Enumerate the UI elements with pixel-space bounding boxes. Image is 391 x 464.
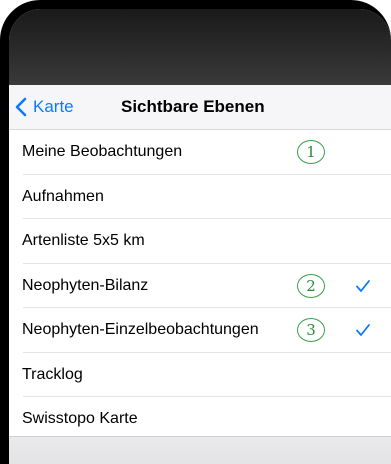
layer-label: Neophyten-Bilanz xyxy=(22,276,149,294)
layer-row[interactable]: Meine Beobachtungen 1 xyxy=(9,130,391,175)
layer-label: Artenliste 5x5 km xyxy=(22,232,145,250)
back-button-label: Karte xyxy=(33,97,74,116)
navigation-bar: Karte Sichtbare Ebenen xyxy=(9,85,391,130)
layer-row[interactable]: Tracklog xyxy=(9,352,391,397)
layer-label: Tracklog xyxy=(22,365,83,383)
annotation-number-badge: 3 xyxy=(297,318,325,343)
bottom-bar xyxy=(9,437,391,464)
status-bar-area xyxy=(9,9,391,85)
page-title: Sichtbare Ebenen xyxy=(121,97,265,116)
chevron-left-icon xyxy=(9,85,33,129)
back-button[interactable]: Karte xyxy=(9,85,74,129)
layer-row[interactable]: Neophyten-Bilanz 2 xyxy=(9,263,391,308)
layer-label: Neophyten-Einzelbeobachtungen xyxy=(22,321,259,339)
screen: Karte Sichtbare Ebenen Meine Beobachtung… xyxy=(9,9,391,464)
layer-label: Swisstopo Karte xyxy=(22,410,138,428)
layer-row[interactable]: Neophyten-Einzelbeobachtungen 3 xyxy=(9,308,391,353)
layer-label: Aufnahmen xyxy=(22,187,104,205)
layer-row[interactable]: Swisstopo Karte xyxy=(9,397,391,442)
layer-list: Meine Beobachtungen 1 Aufnahmen Artenliste … xyxy=(9,130,391,464)
checkmark-icon xyxy=(354,276,372,296)
checkmark-icon xyxy=(354,320,372,340)
phone-frame: Karte Sichtbare Ebenen Meine Beobachtung… xyxy=(0,0,391,464)
layer-row[interactable]: Aufnahmen xyxy=(9,174,391,219)
bottom-bar-background xyxy=(9,437,391,464)
annotation-number-badge: 1 xyxy=(297,140,325,165)
annotation-number-badge: 2 xyxy=(297,273,325,298)
page: Karte Sichtbare Ebenen Meine Beobachtung… xyxy=(0,0,391,464)
layer-row[interactable]: Artenliste 5x5 km xyxy=(9,219,391,264)
layer-label: Meine Beobachtungen xyxy=(22,143,183,161)
